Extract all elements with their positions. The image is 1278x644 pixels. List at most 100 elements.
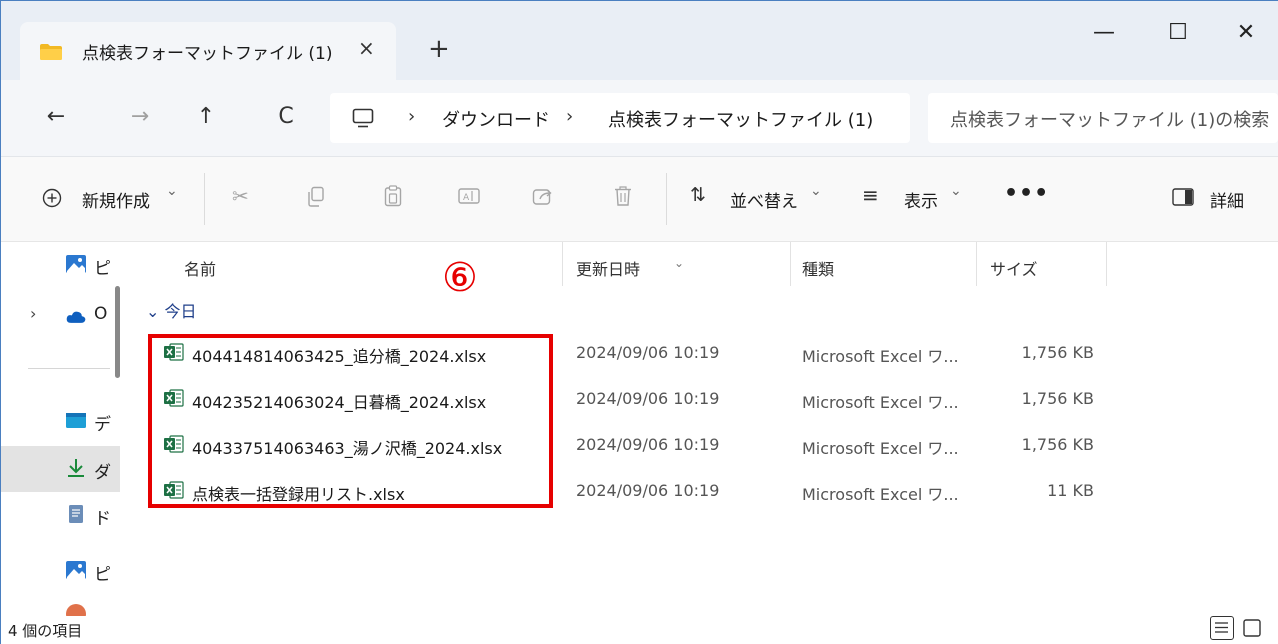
sidebar-item-label: デ: [94, 415, 111, 435]
file-size: 1,756 KB: [1021, 343, 1094, 362]
pictures-icon: [66, 255, 86, 273]
list-view-icon: [1215, 622, 1228, 633]
column-divider[interactable]: [1106, 242, 1107, 286]
view-button[interactable]: 表示: [904, 187, 938, 212]
chevron-right-icon[interactable]: ›: [408, 106, 415, 127]
file-modified: 2024/09/06 10:19: [576, 481, 720, 500]
maximize-button[interactable]: ☐: [1158, 20, 1198, 45]
svg-text:A: A: [463, 193, 470, 203]
rename-icon[interactable]: A: [458, 186, 480, 206]
more-options-button[interactable]: •••: [1004, 181, 1049, 206]
sidebar-item-onedrive[interactable]: › O: [0, 292, 120, 338]
folder-tab[interactable]: 点検表フォーマットファイル (1) ×: [20, 22, 396, 80]
sidebar-item-label: ピ: [94, 259, 111, 279]
file-modified: 2024/09/06 10:19: [576, 389, 720, 408]
column-header-size[interactable]: サイズ: [990, 256, 1038, 280]
sidebar-item-downloads[interactable]: ダ: [0, 446, 120, 492]
sort-button[interactable]: 並べ替え: [730, 187, 798, 212]
cut-icon[interactable]: ✂: [232, 184, 249, 208]
sidebar-item-pictures-2[interactable]: ピ: [0, 548, 120, 594]
details-pane-icon[interactable]: [1172, 188, 1194, 206]
music-icon: [66, 604, 86, 616]
minimize-button[interactable]: —: [1084, 20, 1124, 45]
group-label: 今日: [164, 302, 197, 321]
chevron-right-icon[interactable]: ›: [30, 304, 36, 323]
details-view-button[interactable]: [1210, 616, 1234, 640]
search-input[interactable]: 点検表フォーマットファイル (1)の検索: [928, 93, 1278, 143]
view-icon[interactable]: ≡: [862, 183, 879, 207]
toolbar-divider: [204, 173, 205, 225]
item-count: 4 個の項目: [8, 622, 83, 640]
details-button[interactable]: 詳細: [1210, 187, 1244, 212]
share-icon[interactable]: [532, 186, 554, 206]
chevron-down-icon[interactable]: ⌄: [146, 302, 159, 321]
column-divider[interactable]: [562, 242, 563, 286]
up-button[interactable]: ↑: [190, 102, 222, 132]
annotation-highlight-box: [148, 334, 553, 508]
chevron-down-icon: ⌄: [674, 256, 685, 270]
refresh-button[interactable]: C: [270, 102, 302, 132]
pictures-icon: [66, 561, 86, 579]
command-bar: 新規作成 ⌄ ✂ A ⇅ 並べ替え ⌄ ≡ 表示 ⌄ ••• 詳細: [0, 157, 1278, 242]
column-header-modified[interactable]: 更新日時: [576, 256, 640, 280]
column-header-row: 名前 ⌄ 更新日時 種類 サイズ: [130, 242, 1278, 288]
sidebar-item-documents[interactable]: ド: [0, 492, 120, 538]
onedrive-icon: [66, 311, 86, 323]
folder-icon: [40, 44, 62, 60]
chevron-right-icon[interactable]: ›: [566, 106, 573, 127]
file-size: 1,756 KB: [1021, 435, 1094, 454]
new-tab-button[interactable]: +: [428, 36, 450, 62]
paste-icon[interactable]: [384, 185, 402, 207]
chevron-down-icon[interactable]: ⌄: [166, 183, 178, 199]
document-icon: [69, 505, 83, 523]
tab-close-icon[interactable]: ×: [358, 36, 375, 60]
column-header-type[interactable]: 種類: [802, 256, 834, 280]
tab-title: 点検表フォーマットファイル (1): [82, 44, 333, 64]
file-size: 1,756 KB: [1021, 389, 1094, 408]
file-explorer-window: 点検表フォーマットファイル (1) × + — ☐ ✕ ← → ↑ C › ダウ…: [0, 0, 1278, 644]
column-divider[interactable]: [976, 242, 977, 286]
sort-icon[interactable]: ⇅: [690, 184, 706, 206]
sidebar-item-label: ピ: [94, 565, 111, 585]
breadcrumb[interactable]: › ダウンロード › 点検表フォーマットファイル (1): [330, 93, 910, 143]
sidebar-item-label: O: [94, 304, 108, 324]
add-circle-icon[interactable]: [42, 188, 62, 208]
delete-icon[interactable]: [614, 185, 632, 207]
chevron-down-icon[interactable]: ⌄: [810, 183, 822, 199]
sidebar-item-label: ド: [94, 509, 111, 529]
column-divider[interactable]: [790, 242, 791, 286]
chevron-down-icon[interactable]: ⌄: [950, 183, 962, 199]
column-header-name[interactable]: 名前: [184, 256, 216, 280]
tiles-view-icon: [1243, 619, 1261, 637]
file-modified: 2024/09/06 10:19: [576, 343, 720, 362]
toolbar-divider: [666, 173, 667, 225]
annotation-step-marker: ⑥: [442, 255, 478, 301]
title-bar: 点検表フォーマットファイル (1) × + — ☐ ✕: [0, 0, 1278, 80]
search-placeholder: 点検表フォーマットファイル (1)の検索: [950, 110, 1270, 131]
sidebar-divider: [28, 368, 110, 369]
file-type: Microsoft Excel ワ...: [802, 347, 959, 366]
address-toolbar: ← → ↑ C › ダウンロード › 点検表フォーマットファイル (1) 点検表…: [0, 80, 1278, 157]
breadcrumb-current-folder[interactable]: 点検表フォーマットファイル (1): [608, 106, 873, 132]
desktop-icon: [66, 413, 86, 428]
close-window-button[interactable]: ✕: [1226, 20, 1266, 45]
file-size: 11 KB: [1047, 481, 1094, 500]
sidebar-scrollbar[interactable]: [115, 286, 120, 378]
tiles-view-button[interactable]: [1240, 616, 1264, 640]
back-button[interactable]: ←: [40, 102, 72, 132]
file-type: Microsoft Excel ワ...: [802, 439, 959, 458]
file-type: Microsoft Excel ワ...: [802, 393, 959, 412]
breadcrumb-downloads[interactable]: ダウンロード: [442, 106, 550, 132]
group-header-today[interactable]: ⌄ 今日: [146, 298, 197, 322]
sidebar-item-label: ダ: [94, 463, 111, 483]
file-type: Microsoft Excel ワ...: [802, 485, 959, 504]
navigation-pane: ピ › O デ ダ ド ピ: [0, 242, 120, 616]
sidebar-item-desktop[interactable]: デ: [0, 398, 120, 444]
forward-button[interactable]: →: [124, 102, 156, 132]
new-button[interactable]: 新規作成: [82, 187, 150, 212]
copy-icon[interactable]: [306, 186, 326, 208]
monitor-icon[interactable]: [352, 107, 374, 129]
status-bar: 4 個の項目: [0, 616, 1278, 644]
file-modified: 2024/09/06 10:19: [576, 435, 720, 454]
sidebar-item-pictures[interactable]: ピ: [0, 242, 120, 288]
